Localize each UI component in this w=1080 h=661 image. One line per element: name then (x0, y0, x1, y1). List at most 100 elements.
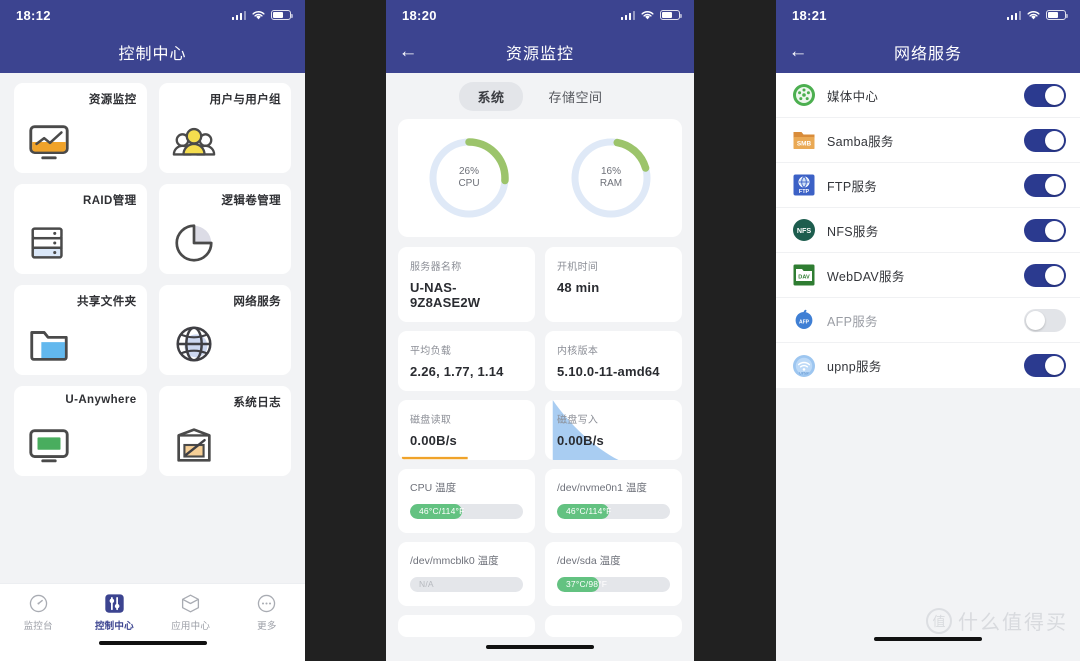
tile-label: U-Anywhere (65, 394, 137, 406)
service-toggle[interactable] (1024, 308, 1066, 332)
control-center-grid: 资源监控 用户与用户组 RAID管理 逻辑卷管理 共享文件夹 网络服务 U-An… (0, 73, 305, 476)
svg-text:DAV: DAV (798, 275, 810, 281)
status-icons (1006, 10, 1068, 21)
tab-control-center[interactable]: 控制中心 (76, 593, 152, 632)
temp-key: /dev/mmcblk0 温度 (410, 555, 499, 567)
back-arrow-icon[interactable]: ← (776, 30, 820, 73)
temp-bar: 46°C/114°F (410, 504, 523, 519)
info-value: 0.00B/s (557, 433, 604, 448)
tile-label: 用户与用户组 (209, 94, 281, 106)
nav-bar: 控制中心 (0, 30, 305, 73)
service-row-nfs[interactable]: NFS NFS服务 (776, 208, 1080, 253)
signal-bars-icon (231, 10, 246, 20)
service-name: Samba服务 (827, 134, 894, 149)
phone-screen-network-services: 18:21 ← 网络服务 媒体中心 SMB Samba服务 FTP FTP服务 … (776, 0, 1080, 661)
status-bar: 18:20 (386, 0, 694, 30)
temp-key: /dev/nvme0n1 温度 (557, 482, 647, 494)
tab-monitor-console[interactable]: 监控台 (0, 593, 76, 632)
service-toggle[interactable] (1024, 218, 1066, 242)
service-toggle[interactable] (1024, 173, 1066, 197)
desktop-screen-icon (29, 429, 69, 463)
info-card-server-name: 服务器名称 U-NAS-9Z8ASE2W (398, 247, 535, 322)
service-name: upnp服务 (827, 360, 882, 374)
page-title: 控制中心 (118, 45, 187, 63)
temp-value: 46°C/114°F (419, 506, 465, 516)
tile-users-and-groups[interactable]: 用户与用户组 (158, 83, 291, 173)
tile-label: 系统日志 (233, 397, 281, 409)
temp-bar: N/A (410, 577, 523, 592)
info-card-disk-write: 磁盘写入 0.00B/s (545, 400, 682, 460)
globe-icon (175, 326, 212, 362)
afp-apple-icon: AFP (795, 309, 813, 329)
disk-write-sparkline (552, 400, 619, 460)
battery-icon (1046, 10, 1068, 20)
battery-icon (271, 10, 293, 20)
info-value: 5.10.0-11-amd64 (557, 364, 660, 379)
disk-read-sparkline (401, 456, 468, 460)
service-row-afp[interactable]: AFP AFP服务 (776, 298, 1080, 343)
media-center-icon (793, 84, 815, 106)
wifi-icon (1027, 10, 1040, 19)
info-card-uptime: 开机时间 48 min (545, 247, 682, 322)
home-indicator[interactable] (776, 637, 1080, 657)
service-row-samba[interactable]: SMB Samba服务 (776, 118, 1080, 163)
service-toggle[interactable] (1024, 354, 1066, 377)
tab-storage[interactable]: 存储空间 (531, 82, 621, 111)
nav-bar: ← 网络服务 (776, 30, 1080, 73)
phone-screen-control-center: 18:12 控制中心 资源监控 用户与用户组 RAID管理 逻辑卷管理 共享文件… (0, 0, 305, 661)
tile-raid-management[interactable]: RAID管理 (14, 184, 147, 274)
service-toggle[interactable] (1024, 128, 1066, 152)
tab-more[interactable]: 更多 (229, 593, 305, 632)
temp-bar: 46°C/114°F (557, 504, 670, 519)
pie-chart-icon (174, 224, 213, 262)
bottom-tab-bar: 监控台 控制中心 应用中心 更多 (0, 583, 305, 641)
temp-key: CPU 温度 (410, 482, 457, 494)
signal-bars-icon (1006, 10, 1021, 20)
tile-system-log[interactable]: 系统日志 (158, 386, 291, 476)
temp-key: /dev/sda 温度 (557, 555, 621, 567)
service-row-media-center[interactable]: 媒体中心 (776, 73, 1080, 118)
temp-value: N/A (419, 579, 434, 589)
tab-app-center[interactable]: 应用中心 (153, 593, 229, 632)
service-row-upnp[interactable]: UPNP upnp服务 (776, 343, 1080, 388)
battery-icon (660, 10, 682, 20)
home-indicator[interactable] (386, 645, 694, 661)
tile-resource-monitor[interactable]: 资源监控 (14, 83, 147, 173)
temp-card-sda: /dev/sda 温度 37°C/98°F (545, 542, 682, 606)
service-name: 媒体中心 (827, 89, 879, 104)
tab-label: 控制中心 (94, 621, 134, 632)
status-clock: 18:12 (16, 7, 51, 23)
resource-monitor-body[interactable]: 系统 存储空间 26% CPU 16% RAM 服务器名称 U-NAS-9Z8A… (386, 73, 694, 661)
tile-label: RAID管理 (82, 195, 137, 207)
home-indicator[interactable] (0, 641, 305, 661)
watermark-text: 什么值得买 (958, 612, 1068, 634)
tile-shared-folder[interactable]: 共享文件夹 (14, 285, 147, 375)
service-row-ftp[interactable]: FTP FTP服务 (776, 163, 1080, 208)
info-key: 服务器名称 (410, 262, 462, 273)
control-center-body: 资源监控 用户与用户组 RAID管理 逻辑卷管理 共享文件夹 网络服务 U-An… (0, 73, 305, 661)
status-bar: 18:21 (776, 0, 1080, 30)
gauge-cpu: 26% CPU (425, 134, 513, 222)
svg-text:NFS: NFS (797, 226, 812, 235)
tab-system[interactable]: 系统 (459, 82, 523, 111)
status-clock: 18:20 (402, 7, 437, 23)
wifi-icon (252, 10, 265, 19)
service-toggle[interactable] (1024, 83, 1066, 107)
segmented-tabs: 系统 存储空间 (386, 73, 694, 119)
back-arrow-icon[interactable]: ← (386, 30, 430, 73)
gauge-percent: 16% (600, 165, 621, 177)
service-toggle[interactable] (1024, 263, 1066, 287)
tile-u-anywhere[interactable]: U-Anywhere (14, 386, 147, 476)
gauge-label: CPU (458, 178, 480, 189)
temp-card-partial (545, 615, 682, 637)
ellipsis-icon (258, 594, 276, 613)
status-icons (620, 10, 682, 21)
info-value: 2.26, 1.77, 1.14 (410, 364, 504, 379)
tile-network-services[interactable]: 网络服务 (158, 285, 291, 375)
watermark: 值 什么值得买 (926, 606, 1068, 635)
sliders-icon (105, 594, 124, 613)
info-key: 开机时间 (557, 262, 599, 273)
service-row-webdav[interactable]: DAV WebDAV服务 (776, 253, 1080, 298)
tile-logical-volume[interactable]: 逻辑卷管理 (158, 184, 291, 274)
tile-scroll-area[interactable]: 资源监控 用户与用户组 RAID管理 逻辑卷管理 共享文件夹 网络服务 U-An… (0, 73, 305, 583)
